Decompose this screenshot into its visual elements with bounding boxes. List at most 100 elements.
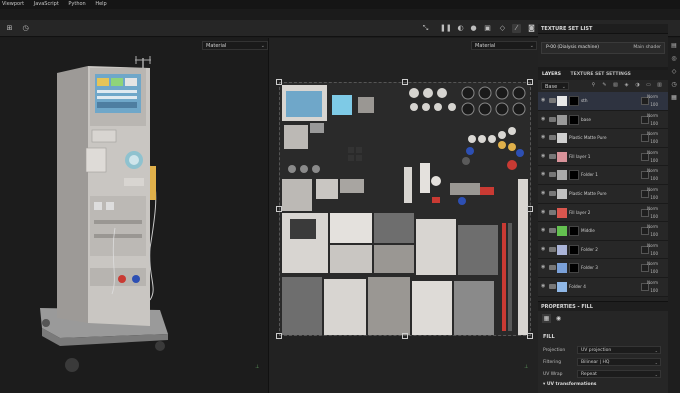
history-icon[interactable]: ◷ bbox=[21, 24, 30, 33]
render-icon[interactable]: ● bbox=[469, 24, 478, 33]
projection-select[interactable]: UV projection ⌄ bbox=[577, 346, 661, 354]
viewport-3d[interactable]: Material ⌄ ⊥ bbox=[0, 38, 268, 393]
mask-icon[interactable]: ◑ bbox=[634, 82, 641, 89]
blend-mode[interactable]: Norm bbox=[647, 224, 658, 229]
move-tool-icon[interactable]: ⤡ bbox=[421, 24, 430, 33]
eye-icon[interactable]: ◉ bbox=[541, 209, 547, 215]
menu-python[interactable]: Python bbox=[68, 0, 85, 9]
eye-icon[interactable]: ◉ bbox=[541, 116, 547, 122]
texture-set-item[interactable]: P-00 (Dialysis machine) Main shader bbox=[541, 42, 665, 54]
layer-row[interactable]: ◉ Plastic Matte Pure Norm 100 bbox=[538, 184, 668, 204]
video-icon[interactable]: ▣ bbox=[483, 24, 492, 33]
layer-mask[interactable] bbox=[569, 244, 579, 255]
layer-mask[interactable] bbox=[569, 226, 579, 237]
layers-icon[interactable]: ◎ bbox=[670, 55, 678, 63]
layer-opacity[interactable]: 100 bbox=[650, 121, 658, 126]
layer-opacity[interactable]: 100 bbox=[650, 139, 658, 144]
screenshot-icon[interactable]: ◙ bbox=[527, 24, 536, 33]
layer-row[interactable]: ◉ sth Norm 100 bbox=[538, 92, 668, 111]
blend-mode[interactable]: Norm bbox=[647, 243, 658, 248]
texture-set-shader[interactable]: Main shader bbox=[633, 43, 661, 53]
blend-mode[interactable]: Norm bbox=[647, 113, 658, 118]
layer-row[interactable]: ◉ Folder 2 Norm 100 bbox=[538, 240, 668, 260]
layer-opacity[interactable]: 100 bbox=[650, 176, 658, 181]
transform-handle[interactable] bbox=[276, 79, 282, 85]
fill-tab-icon[interactable]: ▦ bbox=[542, 314, 551, 323]
material-tab-icon[interactable]: ◉ bbox=[554, 314, 563, 323]
blend-mode[interactable]: Norm bbox=[647, 187, 658, 192]
layer-mask[interactable] bbox=[569, 114, 579, 125]
tab-texture-set-settings[interactable]: TEXTURE SET SETTINGS bbox=[567, 70, 635, 80]
eye-icon[interactable]: ◉ bbox=[541, 153, 547, 159]
layer-row[interactable]: ◉ base Norm 100 bbox=[538, 110, 668, 130]
blend-mode[interactable]: Norm bbox=[647, 150, 658, 155]
layer-row[interactable]: ◉ Fill layer 2 Norm 100 bbox=[538, 203, 668, 223]
eye-icon[interactable]: ◉ bbox=[541, 98, 547, 103]
viewport-2d[interactable]: Material ⌄ ⊥ bbox=[268, 38, 538, 393]
eye-icon[interactable]: ◉ bbox=[541, 190, 547, 196]
layer-opacity[interactable]: 100 bbox=[650, 232, 658, 237]
layer-row[interactable]: ◉ Folder 4 Norm 100 bbox=[538, 277, 668, 297]
uv-canvas[interactable] bbox=[279, 82, 531, 336]
blend-mode[interactable]: Norm bbox=[647, 206, 658, 211]
eraser-icon[interactable]: ◇ bbox=[498, 24, 507, 33]
layer-opacity[interactable]: 100 bbox=[650, 251, 658, 256]
menu-javascript[interactable]: JavaScript bbox=[34, 0, 59, 9]
layer-row[interactable]: ◉ Folder 1 Norm 100 bbox=[538, 166, 668, 185]
material-select-2d[interactable]: Material ⌄ bbox=[471, 41, 537, 50]
blend-mode[interactable]: Norm bbox=[647, 280, 658, 285]
eye-icon[interactable]: ◉ bbox=[541, 283, 547, 289]
eye-icon[interactable]: ◉ bbox=[541, 265, 547, 270]
filtering-select[interactable]: Bilinear | HQ ⌄ bbox=[577, 358, 661, 366]
layer-opacity[interactable]: 100 bbox=[650, 158, 658, 163]
smart-material-icon[interactable]: ⚲ bbox=[590, 82, 597, 89]
blend-mode[interactable]: Norm bbox=[647, 261, 658, 266]
folder-icon bbox=[549, 246, 556, 252]
layer-opacity[interactable]: 100 bbox=[650, 214, 658, 219]
channel-select[interactable]: Base color ⌄ bbox=[541, 82, 569, 98]
texture-set-icon[interactable]: ▤ bbox=[670, 42, 678, 50]
eye-icon[interactable]: ◉ bbox=[541, 228, 547, 233]
brush-icon[interactable]: ⁄ bbox=[512, 24, 521, 33]
layer-row[interactable]: ◉ Fill layer 1 Norm 100 bbox=[538, 147, 668, 167]
eye-icon[interactable]: ◉ bbox=[541, 246, 547, 252]
folder-icon[interactable]: ▭ bbox=[645, 82, 652, 89]
blend-mode[interactable]: Norm bbox=[647, 131, 658, 136]
transform-handle[interactable] bbox=[527, 333, 533, 339]
eye-icon[interactable]: ◉ bbox=[541, 172, 547, 177]
transform-handle[interactable] bbox=[402, 79, 408, 85]
layer-opacity[interactable]: 100 bbox=[650, 269, 658, 274]
layer-row[interactable]: ◉ Plastic Matte Pure Norm 100 bbox=[538, 129, 668, 148]
layer-row[interactable]: ◉ Folder 3 Norm 100 bbox=[538, 259, 668, 278]
layer-opacity[interactable]: 100 bbox=[650, 288, 658, 293]
layer-mask[interactable] bbox=[569, 96, 579, 106]
transform-handle[interactable] bbox=[527, 206, 533, 212]
transform-handle[interactable] bbox=[276, 333, 282, 339]
fill-layer-icon[interactable]: ▧ bbox=[612, 82, 619, 89]
display-settings-icon[interactable]: ◇ bbox=[670, 68, 678, 76]
menu-viewport[interactable]: Viewport bbox=[2, 0, 24, 9]
pause-icon[interactable]: ❚❚ bbox=[440, 24, 452, 33]
eye-icon[interactable]: ◉ bbox=[541, 135, 547, 140]
trash-icon[interactable]: ▥ bbox=[656, 82, 663, 89]
properties-icon[interactable]: ▦ bbox=[670, 94, 678, 102]
layer-mask[interactable] bbox=[569, 263, 579, 274]
blend-mode[interactable]: Norm bbox=[647, 168, 658, 173]
menu-help[interactable]: Help bbox=[95, 0, 106, 9]
uv-transformations-toggle[interactable]: ▾ UV transformations bbox=[543, 382, 596, 387]
folder-icon bbox=[549, 172, 556, 178]
layer-mask[interactable] bbox=[569, 170, 579, 181]
add-icon[interactable]: ⊞ bbox=[5, 24, 14, 33]
layer-opacity[interactable]: 100 bbox=[650, 195, 658, 200]
camera-icon[interactable]: ◐ bbox=[456, 24, 465, 33]
transform-handle[interactable] bbox=[276, 206, 282, 212]
effect-icon[interactable]: ◈ bbox=[623, 82, 630, 89]
layer-row[interactable]: ◉ Middle Norm 100 bbox=[538, 222, 668, 241]
layer-opacity[interactable]: 100 bbox=[650, 102, 658, 107]
history-icon[interactable]: ◷ bbox=[670, 81, 678, 89]
uvwrap-select[interactable]: Repeat ⌄ bbox=[577, 370, 661, 378]
transform-handle[interactable] bbox=[527, 79, 533, 85]
blend-mode[interactable]: Norm bbox=[647, 94, 658, 99]
transform-handle[interactable] bbox=[402, 333, 408, 339]
paint-layer-icon[interactable]: ✎ bbox=[601, 82, 608, 89]
